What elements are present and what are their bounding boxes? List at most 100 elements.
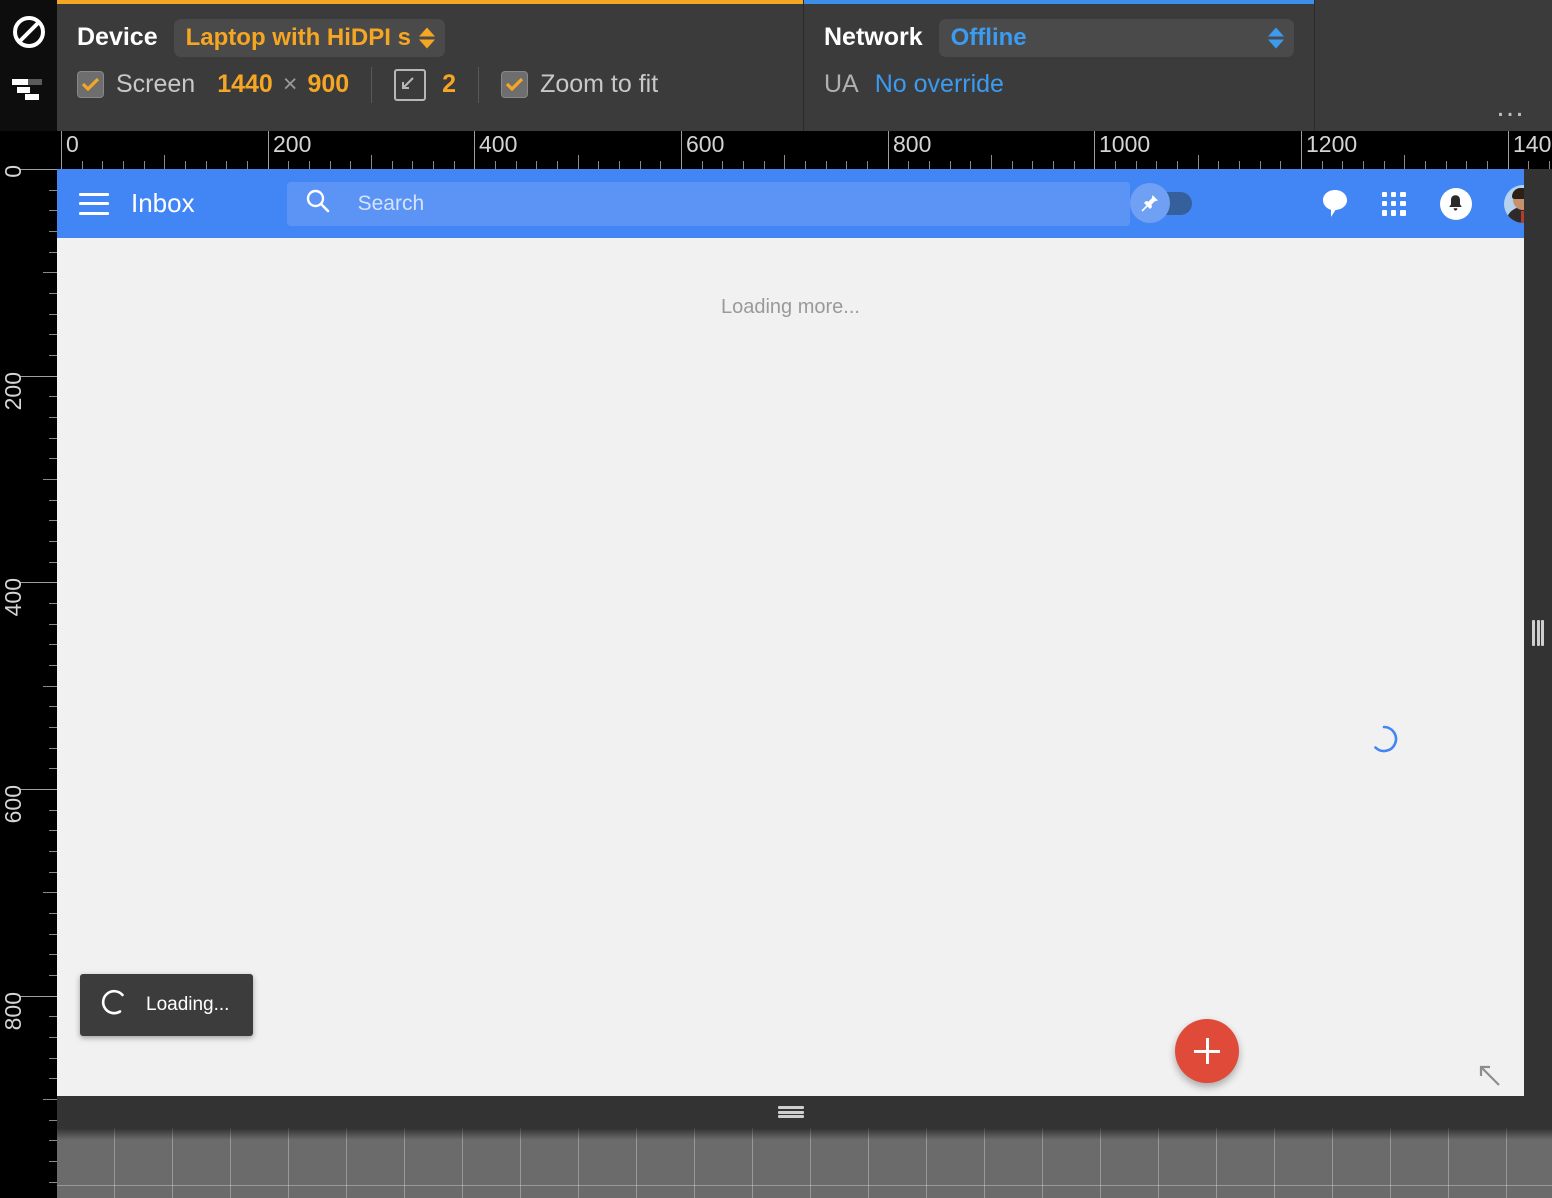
ruler-tick <box>640 161 641 169</box>
ruler-tick <box>1239 161 1240 169</box>
ruler-tick <box>516 161 517 169</box>
ruler-tick <box>908 161 909 169</box>
ruler-tick <box>49 727 57 728</box>
handle-corner-filler <box>1524 1096 1552 1128</box>
ruler-tick <box>49 1120 57 1121</box>
ruler-tick <box>49 644 57 645</box>
ruler-tick <box>144 161 145 169</box>
ruler-tick <box>288 161 289 169</box>
screen-height-input[interactable]: 900 <box>307 70 349 99</box>
divider <box>371 66 373 103</box>
ruler-tick <box>49 872 57 873</box>
apps-grid-icon[interactable] <box>1381 191 1406 216</box>
notification-bell-icon[interactable] <box>1439 187 1472 220</box>
ruler-tick <box>702 161 703 169</box>
ruler-tick <box>350 161 351 169</box>
resize-handle-icon[interactable] <box>1476 1062 1502 1088</box>
pin-icon <box>1141 195 1158 212</box>
ruler-tick <box>846 161 847 169</box>
pin-toggle[interactable] <box>1129 183 1192 223</box>
ruler-tick <box>557 161 558 169</box>
ruler-tick <box>433 161 434 169</box>
device-pixel-ratio-input[interactable]: 2 <box>442 70 456 99</box>
device-select-value: Laptop with HiDPI s <box>185 23 411 51</box>
ruler-tick <box>1032 161 1033 169</box>
hamburger-icon[interactable] <box>79 192 109 215</box>
ruler-tick <box>1363 161 1364 169</box>
ruler-tick <box>722 161 723 169</box>
ruler-tick <box>764 161 765 169</box>
viewport-resize-handle-bottom[interactable] <box>57 1096 1524 1128</box>
ruler-tick <box>49 975 57 976</box>
search-icon <box>305 188 331 219</box>
ruler-tick <box>49 1078 57 1079</box>
ruler-tick <box>49 396 57 397</box>
grip-horizontal-icon <box>777 1106 804 1118</box>
ruler-tick <box>49 438 57 439</box>
device-toolbar: Device Laptop with HiDPI s Screen 1440 ×… <box>0 0 1552 131</box>
device-viewport: Inbox Search Loading more... Loading... <box>57 169 1524 1096</box>
ruler-label: 0 <box>66 131 79 157</box>
network-waterfall-icon[interactable] <box>11 77 46 108</box>
device-select[interactable]: Laptop with HiDPI s <box>173 18 445 57</box>
ruler-tick <box>1342 161 1343 169</box>
devtools-sidebar <box>0 0 57 131</box>
header-actions <box>1129 183 1524 223</box>
hangouts-bubble-icon[interactable] <box>1322 189 1348 219</box>
ruler-tick <box>991 155 992 169</box>
ruler-tick <box>1012 161 1013 169</box>
ruler-tick <box>49 603 57 604</box>
ruler-tick <box>970 161 971 169</box>
ruler-tick <box>49 768 57 769</box>
device-label: Device <box>77 23 158 51</box>
ruler-label: 400 <box>0 578 26 617</box>
ruler-tick <box>1466 161 1467 169</box>
network-select-row: Network Offline <box>824 14 1294 61</box>
network-throttling-select[interactable]: Offline <box>938 18 1294 57</box>
ruler-tick <box>536 161 537 169</box>
ruler-tick <box>49 624 57 625</box>
ruler-label: 200 <box>0 372 26 411</box>
toggle-knob <box>1129 183 1170 223</box>
ruler-tick <box>185 161 186 169</box>
search-input[interactable]: Search <box>286 181 1130 226</box>
ruler-tick <box>1053 161 1054 169</box>
ruler-tick <box>1156 161 1157 169</box>
ruler-tick <box>1446 161 1447 169</box>
block-icon[interactable] <box>11 14 47 55</box>
app-header: Inbox Search <box>57 169 1524 238</box>
user-agent-label: UA <box>824 70 859 98</box>
zoom-to-fit-checkbox[interactable] <box>501 71 529 98</box>
ruler-tick <box>49 1037 57 1038</box>
ruler-tick <box>49 210 57 211</box>
user-avatar[interactable] <box>1503 184 1524 223</box>
ruler-tick <box>49 913 57 914</box>
ruler-tick <box>49 934 57 935</box>
ruler-tick <box>49 500 57 501</box>
viewport-resize-handle-right[interactable] <box>1524 169 1552 1096</box>
ruler-tick <box>578 155 579 169</box>
app-title: Inbox <box>131 188 195 218</box>
ruler-label: 200 <box>273 131 312 157</box>
ruler-tick <box>1528 161 1529 169</box>
ruler-tick <box>43 892 57 893</box>
ruler-tick <box>43 686 57 687</box>
ruler-tick <box>49 1161 57 1162</box>
ruler-tick <box>1322 161 1323 169</box>
times-symbol: × <box>282 70 298 98</box>
ruler-tick <box>1198 155 1199 169</box>
ruler-label: 1400 <box>1513 131 1552 157</box>
compose-fab[interactable] <box>1175 1019 1239 1083</box>
screen-checkbox[interactable] <box>77 71 104 98</box>
device-select-row: Device Laptop with HiDPI s <box>77 14 783 61</box>
ruler-tick <box>743 161 744 169</box>
network-throttling-value: Offline <box>950 23 1027 51</box>
user-agent-value[interactable]: No override <box>875 70 1004 99</box>
chevron-updown-icon <box>1268 27 1284 48</box>
ruler-tick <box>1549 161 1550 169</box>
more-options-icon[interactable]: … <box>1495 92 1528 122</box>
screen-width-input[interactable]: 1440 <box>217 70 273 99</box>
ruler-tick <box>412 161 413 169</box>
horizontal-ruler: 0 200 400 600 800 1000 1200 1400 <box>57 131 1552 169</box>
toast-label: Loading... <box>146 994 230 1015</box>
